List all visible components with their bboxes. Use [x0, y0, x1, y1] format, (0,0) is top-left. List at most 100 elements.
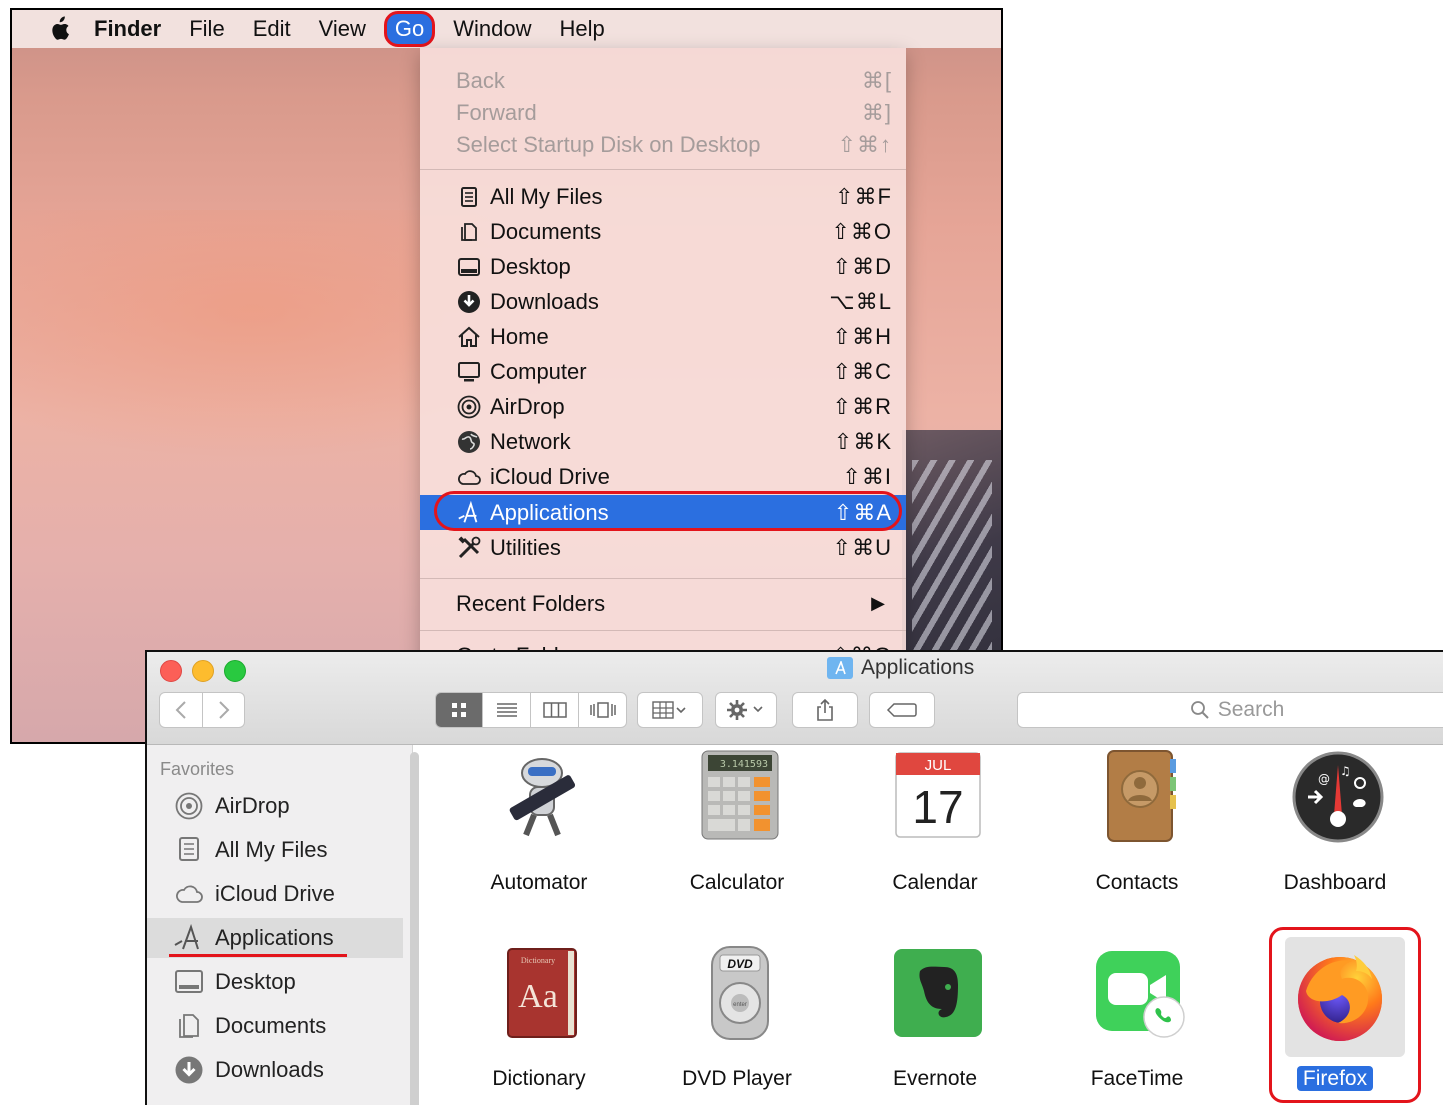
sidebar-item-applications[interactable]: Applications	[147, 918, 403, 958]
dvd-player-icon: DVD enter	[711, 946, 769, 1040]
sidebar-item-icloud-drive[interactable]: iCloud Drive	[147, 874, 403, 914]
dictionary-title: Dictionary	[521, 956, 555, 965]
sidebar-item-label: Applications	[215, 925, 334, 950]
svg-text:@: @	[1318, 772, 1330, 786]
column-view-button[interactable]	[531, 692, 579, 728]
cover-flow-button[interactable]	[579, 692, 627, 728]
go-menu-item-airdrop[interactable]: AirDrop ⇧⌘R	[420, 389, 906, 424]
go-menu-item-recent-folders[interactable]: Recent Folders ▶	[420, 586, 906, 621]
menu-go[interactable]: Go	[380, 10, 439, 48]
home-icon	[456, 324, 482, 350]
menu-separator	[420, 630, 906, 631]
app-dashboard[interactable]: @ ♫ Dashboard	[1245, 745, 1425, 930]
icloud-icon	[173, 878, 205, 910]
tag-icon	[886, 703, 917, 717]
menu-item-shortcut: ⇧⌘O	[831, 218, 892, 244]
calendar-month: JUL	[925, 757, 952, 774]
window-close-button[interactable]	[160, 660, 182, 682]
back-button[interactable]	[159, 692, 203, 728]
app-calculator[interactable]: 3.141593 Calculator	[647, 745, 827, 930]
app-evernote[interactable]: Evernote	[845, 941, 1025, 1105]
automator-icon	[509, 758, 576, 837]
window-minimize-button[interactable]	[192, 660, 214, 682]
column-view-icon	[542, 702, 567, 718]
sidebar-heading: Favorites	[160, 759, 235, 779]
sidebar-item-documents[interactable]: Documents	[147, 1006, 403, 1046]
list-view-icon	[496, 703, 517, 717]
menu-app-name[interactable]: Finder	[80, 10, 175, 48]
arrange-icon	[652, 701, 686, 719]
calculator-icon: 3.141593	[701, 750, 779, 840]
menu-item-label: Forward	[456, 99, 537, 125]
search-input[interactable]: Search	[1017, 692, 1443, 728]
go-menu-item-all-my-files[interactable]: All My Files ⇧⌘F	[420, 179, 906, 214]
cover-flow-icon	[589, 702, 616, 718]
app-name: Dictionary	[492, 1067, 586, 1090]
app-facetime[interactable]: FaceTime	[1047, 941, 1227, 1105]
app-dictionary[interactable]: Dictionary Aa Dictionary	[449, 941, 629, 1105]
menu-file[interactable]: File	[175, 10, 238, 48]
menu-item-shortcut: ⇧⌘↑	[837, 131, 892, 157]
sidebar-item-all-my-files[interactable]: All My Files	[147, 830, 403, 870]
menu-help[interactable]: Help	[546, 10, 619, 48]
go-menu-item-applications[interactable]: Applications ⇧⌘A	[420, 491, 906, 531]
menu-view[interactable]: View	[305, 10, 380, 48]
finder-window: Applications Search Favorites AirDrop Al…	[145, 650, 1443, 1105]
menu-edit[interactable]: Edit	[239, 10, 305, 48]
evernote-icon	[894, 949, 982, 1037]
go-menu-item-computer[interactable]: Computer ⇧⌘C	[420, 354, 906, 389]
menu-separator	[420, 578, 906, 579]
desktop-screenshot: Finder File Edit View Go Window Help Bac…	[10, 8, 1003, 744]
menu-item-label: Desktop	[490, 253, 571, 279]
app-automator[interactable]: Automator	[449, 745, 629, 930]
apple-icon[interactable]	[46, 15, 72, 43]
menu-item-shortcut: ⇧⌘D	[832, 253, 892, 279]
go-menu-item-back: Back ⌘[	[420, 63, 906, 98]
go-menu-item-icloud-drive[interactable]: iCloud Drive ⇧⌘I	[420, 459, 906, 494]
tags-button[interactable]	[869, 692, 935, 728]
dictionary-icon: Dictionary Aa	[507, 948, 577, 1038]
menu-item-label: Select Startup Disk on Desktop	[456, 131, 761, 157]
menu-item-label: Home	[490, 323, 549, 349]
documents-icon	[456, 219, 482, 245]
menu-item-shortcut: ⇧⌘K	[833, 428, 892, 454]
action-button[interactable]	[715, 692, 777, 728]
app-dvd-player[interactable]: DVD enter DVD Player	[647, 941, 827, 1105]
sidebar-item-downloads[interactable]: Downloads	[147, 1050, 403, 1090]
go-menu-item-network[interactable]: Network ⇧⌘K	[420, 424, 906, 459]
menu-item-shortcut: ⇧⌘I	[842, 463, 892, 489]
window-zoom-button[interactable]	[224, 660, 246, 682]
menu-item-label: Back	[456, 67, 505, 93]
sidebar-item-desktop[interactable]: Desktop	[147, 962, 403, 1002]
icon-view-button[interactable]	[435, 692, 483, 728]
arrange-button[interactable]	[637, 692, 703, 728]
computer-icon	[456, 359, 482, 385]
applications-icon	[173, 922, 205, 954]
menu-item-shortcut: ⌘]	[861, 99, 892, 125]
sidebar-item-label: iCloud Drive	[215, 881, 335, 906]
share-button[interactable]	[792, 692, 858, 728]
search-placeholder: Search	[1217, 698, 1285, 721]
go-menu-item-desktop[interactable]: Desktop ⇧⌘D	[420, 249, 906, 284]
submenu-arrow-icon: ▶	[871, 593, 886, 613]
sidebar-item-airdrop[interactable]: AirDrop	[147, 786, 403, 826]
menu-item-label: Recent Folders	[456, 590, 606, 616]
list-view-button[interactable]	[483, 692, 531, 728]
chevron-right-icon	[218, 701, 229, 719]
sidebar-scrollbar[interactable]	[410, 752, 419, 1105]
app-name: Calculator	[689, 871, 785, 894]
go-menu-item-documents[interactable]: Documents ⇧⌘O	[420, 214, 906, 249]
sidebar-item-label: Desktop	[215, 969, 296, 994]
forward-button[interactable]	[203, 692, 245, 728]
applications-folder-icon	[827, 657, 853, 679]
app-firefox[interactable]: Firefox	[1245, 927, 1425, 1105]
menu-window[interactable]: Window	[439, 10, 545, 48]
calendar-day: 17	[912, 781, 963, 833]
go-menu-item-downloads[interactable]: Downloads ⌥⌘L	[420, 284, 906, 319]
go-menu-item-home[interactable]: Home ⇧⌘H	[420, 319, 906, 354]
app-calendar[interactable]: JUL 17 Calendar	[845, 745, 1025, 930]
go-menu-item-utilities[interactable]: Utilities ⇧⌘U	[420, 530, 906, 565]
dvd-label: DVD	[727, 957, 753, 971]
sidebar-item-label: Downloads	[215, 1057, 324, 1082]
app-contacts[interactable]: Contacts	[1047, 745, 1227, 930]
